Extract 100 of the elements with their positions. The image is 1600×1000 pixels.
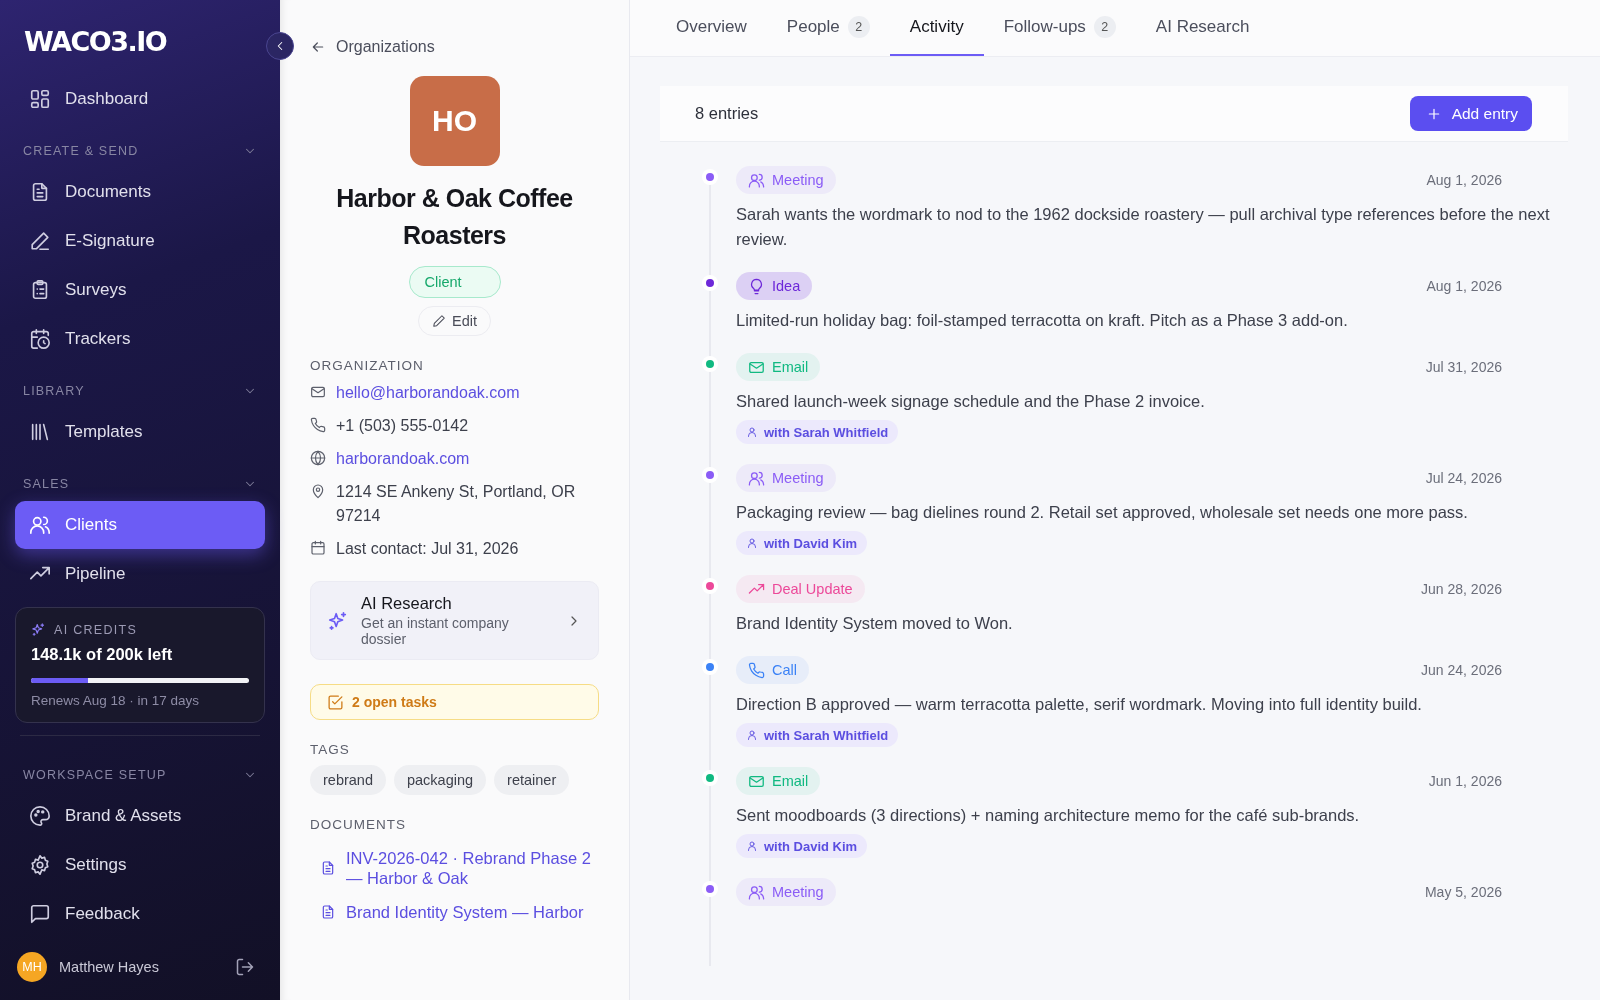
nav-item[interactable]: Trackers — [15, 315, 265, 363]
globe-icon — [310, 450, 326, 466]
entry-count: 8 entries — [695, 104, 759, 123]
pencil-icon — [432, 314, 446, 328]
logo[interactable]: WACO3.IO — [15, 26, 167, 57]
card-title: AI Research — [361, 594, 453, 613]
palette-icon — [29, 805, 51, 827]
count-badge: 2 — [1093, 16, 1116, 38]
nav-item[interactable]: Documents — [15, 168, 265, 216]
section-heading: ORGANIZATION — [310, 358, 424, 373]
nav-item[interactable]: Templates — [15, 408, 265, 456]
type-tag: Deal Update — [736, 575, 865, 603]
section-heading: CREATE & SEND — [23, 144, 139, 158]
users-icon — [748, 469, 765, 487]
calendar-icon — [310, 540, 326, 556]
add-entry-button[interactable]: Add entry — [1409, 96, 1532, 131]
edit-button[interactable]: Edit — [418, 306, 491, 336]
back-link[interactable]: Organizations — [310, 38, 435, 56]
tag-chip[interactable]: retainer — [494, 765, 570, 795]
tab[interactable]: Activity — [889, 0, 984, 56]
ai-research-card[interactable]: AI Research Get an instant company dossier — [310, 581, 599, 660]
nav-item[interactable]: Clients — [15, 501, 265, 549]
entry-text: Brand Identity System moved to Won. — [736, 613, 1013, 634]
entry-date: Jun 1, 2026 — [1428, 773, 1502, 789]
tab-label: People — [786, 17, 840, 37]
entry-date: Jul 24, 2026 — [1425, 470, 1502, 486]
nav-item[interactable]: Settings — [15, 841, 265, 889]
phone-icon — [748, 661, 765, 679]
section-heading: TAGS — [310, 742, 350, 757]
entry-text: Direction B approved — warm terracotta palette, serif wordmark. Moving into full identity build. — [736, 694, 1422, 715]
calendar-clock-icon — [29, 328, 51, 350]
nav-item[interactable]: Surveys — [15, 266, 265, 314]
entry-text: Shared launch-week signage schedule and the Phase 2 invoice. — [736, 391, 1205, 412]
entry-text: Sarah wants the wordmark to nod to the 1962 dockside roastery — pull archival type references before the next review. — [736, 204, 1551, 250]
tab[interactable]: AI Research — [1135, 0, 1270, 56]
type-tag: Meeting — [736, 464, 836, 492]
mail-icon — [310, 384, 326, 400]
user-icon — [746, 729, 758, 741]
website-link[interactable]: harborandoak.com — [336, 447, 470, 471]
count-badge: 2 — [847, 16, 870, 38]
entry-date: Jun 28, 2026 — [1421, 581, 1502, 597]
org-avatar: HO — [409, 76, 500, 166]
tab-label: Follow-ups — [1003, 17, 1086, 37]
nav-item[interactable]: Pipeline — [15, 550, 265, 598]
map-pin-icon — [310, 483, 326, 499]
entry-date: Aug 1, 2026 — [1426, 278, 1502, 294]
document-link[interactable]: Brand Identity System — Harbor — [346, 902, 584, 922]
tab[interactable]: Overview — [656, 0, 767, 56]
logout-icon — [235, 956, 255, 977]
nav-item[interactable]: E-Signature — [15, 217, 265, 265]
tag-chip[interactable]: rebrand — [310, 765, 386, 795]
type-tag: Meeting — [736, 878, 836, 906]
logout-button[interactable] — [235, 956, 255, 977]
checkbox-icon — [327, 693, 344, 711]
tab[interactable]: Follow-ups 2 — [983, 0, 1136, 56]
arrow-left-icon — [310, 39, 326, 55]
type-tag: Idea — [736, 272, 813, 300]
sparkles-icon — [327, 609, 349, 632]
type-tag: Email — [736, 353, 821, 381]
entry-text: Sent moodboards (3 directions) + naming architecture memo for the café sub-brands. — [736, 805, 1360, 826]
credits-label: AI CREDITS — [54, 622, 138, 637]
card-subtitle: Get an instant company dossier — [361, 615, 510, 647]
users-icon — [29, 514, 51, 536]
document-icon — [320, 904, 336, 920]
phone-number: +1 (503) 555-0142 — [336, 416, 469, 436]
user-avatar: MH — [17, 951, 47, 982]
last-contact-text: Last contact: Jul 31, 2026 — [336, 539, 519, 559]
org-name: Harbor & Oak Coffee Roasters — [335, 183, 574, 251]
settings-icon — [29, 854, 51, 876]
sparkles-icon — [31, 622, 46, 637]
document-link[interactable]: INV-2026-042 · Rebrand Phase 2 — Harbor & Oak — [346, 848, 599, 888]
entry-date: Jul 31, 2026 — [1425, 359, 1502, 375]
status-pill: Client — [408, 266, 501, 298]
person-chip[interactable]: with Sarah Whitfield — [736, 723, 899, 747]
email-link[interactable]: hello@harborandoak.com — [336, 381, 520, 405]
entry-text: Limited-run holiday bag: foil-stamped terracotta on kraft. Pitch as a Phase 3 add-on. — [736, 310, 1348, 331]
type-tag: Email — [736, 767, 821, 795]
nav-item[interactable]: Dashboard — [15, 75, 265, 123]
credits-amount: 148.1k of 200k left — [31, 645, 174, 664]
type-tag: Call — [736, 656, 809, 684]
nav-item[interactable]: Brand & Assets — [15, 792, 265, 840]
user-name: Matthew Hayes — [59, 958, 160, 975]
tab[interactable]: People 2 — [766, 0, 890, 56]
user-icon — [746, 840, 758, 852]
entry-date: Aug 1, 2026 — [1426, 172, 1502, 188]
tag-chip[interactable]: packaging — [394, 765, 487, 795]
section-heading: LIBRARY — [23, 384, 85, 398]
collapse-button[interactable] — [266, 32, 294, 60]
person-chip[interactable]: with David Kim — [736, 531, 868, 555]
dashboard-grid-icon — [29, 88, 51, 110]
person-chip[interactable]: with Sarah Whitfield — [736, 420, 899, 444]
user-icon — [746, 537, 758, 549]
person-chip[interactable]: with David Kim — [736, 834, 868, 858]
phone-icon — [310, 417, 326, 433]
nav-item[interactable]: Feedback — [15, 890, 265, 938]
type-tag: Meeting — [736, 166, 836, 194]
section-heading: DOCUMENTS — [310, 817, 406, 832]
message-icon — [29, 903, 51, 925]
entry-date: May 5, 2026 — [1424, 884, 1502, 900]
users-icon — [748, 171, 765, 189]
